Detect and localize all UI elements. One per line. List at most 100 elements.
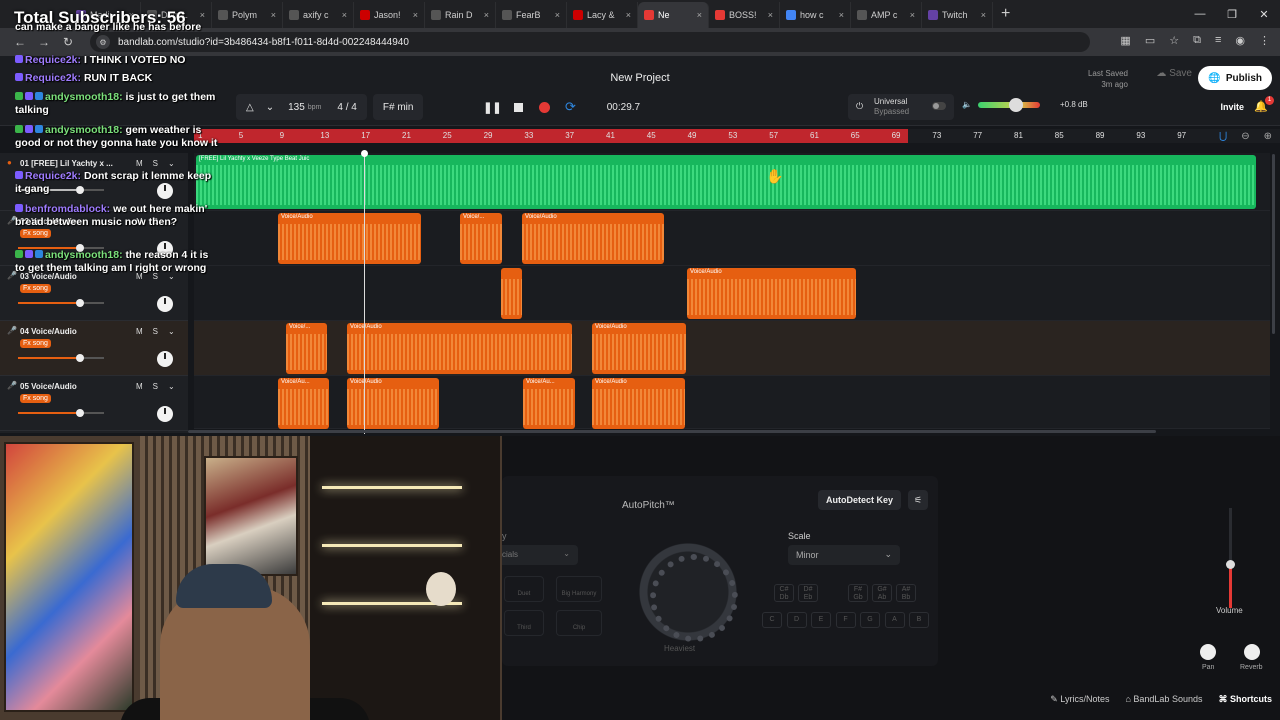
effect-tile-big-harmony[interactable]: Big Harmony bbox=[556, 576, 602, 602]
key-button[interactable]: A bbox=[884, 612, 905, 628]
bpm-value[interactable]: 135 bbox=[288, 102, 305, 113]
speaker-icon[interactable]: 🔈 bbox=[962, 100, 972, 109]
tab-close-icon[interactable]: × bbox=[981, 10, 986, 20]
scale-select[interactable]: Minor ⌄ bbox=[788, 545, 900, 565]
lyrics-notes-button[interactable]: ✎ Lyrics/Notes bbox=[1050, 694, 1109, 705]
cast-icon[interactable]: ▭ bbox=[1145, 34, 1155, 47]
extensions-icon[interactable]: ⧉ bbox=[1193, 34, 1201, 47]
chevron-down-icon[interactable]: ⌄ bbox=[266, 102, 274, 113]
profile-icon[interactable]: ◉ bbox=[1235, 34, 1245, 47]
volume-fader[interactable] bbox=[1208, 508, 1254, 618]
track-name[interactable]: 04 Voice/Audio bbox=[20, 327, 77, 336]
horizontal-scrollbar[interactable] bbox=[188, 430, 1156, 433]
pause-button[interactable]: ❚❚ bbox=[479, 94, 505, 120]
save-button[interactable]: ☁ Save bbox=[1156, 68, 1192, 79]
publish-button[interactable]: 🌐 Publish bbox=[1198, 66, 1272, 90]
zoom-out-icon[interactable]: ⊖ bbox=[1241, 131, 1249, 142]
record-button[interactable] bbox=[531, 94, 557, 120]
key-button[interactable]: A# Bb bbox=[896, 584, 916, 602]
bandlab-sounds-button[interactable]: ⌂ BandLab Sounds bbox=[1125, 694, 1202, 705]
menu-icon[interactable]: ⋮ bbox=[1259, 34, 1270, 47]
browser-tab[interactable]: FearB × bbox=[496, 2, 567, 28]
time-signature[interactable]: 4 / 4 bbox=[337, 102, 356, 113]
autodetect-key-button[interactable]: AutoDetect Key bbox=[818, 490, 902, 510]
master-volume-slider[interactable] bbox=[977, 97, 1040, 112]
key-button[interactable]: C# Db bbox=[774, 584, 794, 602]
new-tab-button[interactable]: + bbox=[1001, 5, 1010, 23]
browser-tab[interactable]: axify c × bbox=[283, 2, 354, 28]
tab-close-icon[interactable]: × bbox=[768, 10, 773, 20]
audio-clip[interactable] bbox=[501, 268, 522, 319]
track-lane-3[interactable]: Voice/Audio bbox=[194, 266, 1270, 321]
chevron-down-icon[interactable]: ⌄ bbox=[168, 382, 175, 391]
shortcuts-button[interactable]: ⌘ Shortcuts bbox=[1218, 694, 1272, 705]
audio-clip[interactable]: Voice/Audio bbox=[347, 378, 439, 429]
key-button[interactable]: C bbox=[762, 612, 782, 628]
audio-clip[interactable]: Voice/Au... bbox=[523, 378, 575, 429]
browser-tab[interactable]: Rain D × bbox=[425, 2, 496, 28]
track-lane-5[interactable]: Voice/Au... Voice/Audio Voice/Au... Voic… bbox=[194, 376, 1270, 429]
audio-clip[interactable]: [FREE] Lil Yachty x Veeze Type Beat Juic bbox=[196, 155, 1256, 209]
bypass-toggle[interactable] bbox=[932, 102, 946, 110]
browser-tab[interactable]: Lacy & × bbox=[567, 2, 638, 28]
key-button[interactable]: G bbox=[860, 612, 880, 628]
track-volume-slider[interactable] bbox=[18, 299, 104, 307]
audio-clip[interactable]: Voice/... bbox=[460, 213, 502, 264]
track-volume-slider[interactable] bbox=[18, 409, 104, 417]
browser-tab[interactable]: AMP c × bbox=[851, 2, 922, 28]
universal-effect-toggle[interactable]: ⏻ Universal Bypassed bbox=[848, 94, 954, 120]
media-icon[interactable]: ≡ bbox=[1215, 34, 1221, 47]
solo-button[interactable]: S bbox=[153, 382, 158, 391]
track-header-4[interactable]: 🎤 04 Voice/Audio M S ⌄ Fx song bbox=[0, 321, 188, 376]
audio-clip[interactable]: Voice/Audio bbox=[522, 213, 664, 264]
tab-close-icon[interactable]: × bbox=[839, 10, 844, 20]
audio-clip[interactable]: Voice/Audio bbox=[592, 378, 685, 429]
track-lane-2[interactable]: Voice/Audio Voice/... Voice/Audio bbox=[194, 211, 1270, 266]
slider-knob[interactable] bbox=[76, 354, 84, 362]
slider-knob[interactable] bbox=[76, 409, 84, 417]
tab-close-icon[interactable]: × bbox=[697, 10, 702, 20]
browser-tab-active[interactable]: Ne × bbox=[638, 2, 709, 28]
fx-badge[interactable]: Fx song bbox=[20, 339, 51, 348]
mute-button[interactable]: M bbox=[136, 327, 143, 336]
sliders-icon[interactable]: ⚟ bbox=[908, 490, 928, 510]
pan-knob[interactable] bbox=[1200, 644, 1216, 660]
vertical-scrollbar[interactable] bbox=[1272, 154, 1275, 334]
key-button[interactable]: E bbox=[811, 612, 831, 628]
tab-close-icon[interactable]: × bbox=[271, 10, 276, 20]
loop-button[interactable]: ⟳ bbox=[557, 94, 583, 120]
key-button[interactable]: B bbox=[909, 612, 929, 628]
effect-tile-duet[interactable]: Duet bbox=[504, 576, 544, 602]
url-input[interactable]: ⚙ bandlab.com/studio?id=3b486434-b8f1-f0… bbox=[90, 32, 1090, 52]
tab-close-icon[interactable]: × bbox=[342, 10, 347, 20]
track-lane-1[interactable]: [FREE] Lil Yachty x Veeze Type Beat Juic bbox=[194, 153, 1270, 211]
tab-close-icon[interactable]: × bbox=[910, 10, 915, 20]
fader-knob[interactable] bbox=[1226, 560, 1235, 569]
notification-bell-icon[interactable]: 🔔 1 bbox=[1254, 96, 1274, 113]
reverb-knob[interactable] bbox=[1244, 644, 1260, 660]
chevron-down-icon[interactable]: ⌄ bbox=[168, 327, 175, 336]
browser-tab[interactable]: how c × bbox=[780, 2, 851, 28]
track-lane-4[interactable]: Voice/... Voice/Audio Voice/Audio bbox=[194, 321, 1270, 376]
playhead[interactable] bbox=[364, 152, 365, 434]
key-button[interactable]: G# Ab bbox=[872, 584, 892, 602]
audio-clip[interactable]: Voice/Au... bbox=[278, 378, 329, 429]
audio-clip[interactable]: Voice/Audio bbox=[278, 213, 421, 264]
loop-region[interactable] bbox=[194, 129, 908, 143]
timeline-ruler[interactable]: 1 5 9 13 17 21 25 29 33 37 41 45 49 53 57 61 65 69 73 77 81 8… bbox=[194, 129, 1280, 143]
minimize-icon[interactable]: — bbox=[1184, 0, 1216, 28]
bookmark-star-icon[interactable]: ☆ bbox=[1169, 34, 1179, 47]
browser-tab[interactable]: BOSS! × bbox=[709, 2, 780, 28]
snap-icon[interactable]: ⋃ bbox=[1219, 131, 1227, 142]
maximize-icon[interactable]: ❐ bbox=[1216, 0, 1248, 28]
audio-clip[interactable]: Voice/Audio bbox=[592, 323, 686, 374]
tab-close-icon[interactable]: × bbox=[626, 10, 631, 20]
metronome-icon[interactable]: △ bbox=[246, 102, 254, 113]
stop-button[interactable] bbox=[505, 94, 531, 120]
qr-icon[interactable]: ▦ bbox=[1120, 34, 1130, 47]
zoom-in-icon[interactable]: ⊕ bbox=[1264, 131, 1272, 142]
close-window-icon[interactable]: ✕ bbox=[1248, 0, 1280, 28]
track-header-5[interactable]: 🎤 05 Voice/Audio M S ⌄ Fx song bbox=[0, 376, 188, 431]
invite-button[interactable]: Invite bbox=[1220, 102, 1244, 112]
key-button[interactable]: D# Eb bbox=[798, 584, 818, 602]
